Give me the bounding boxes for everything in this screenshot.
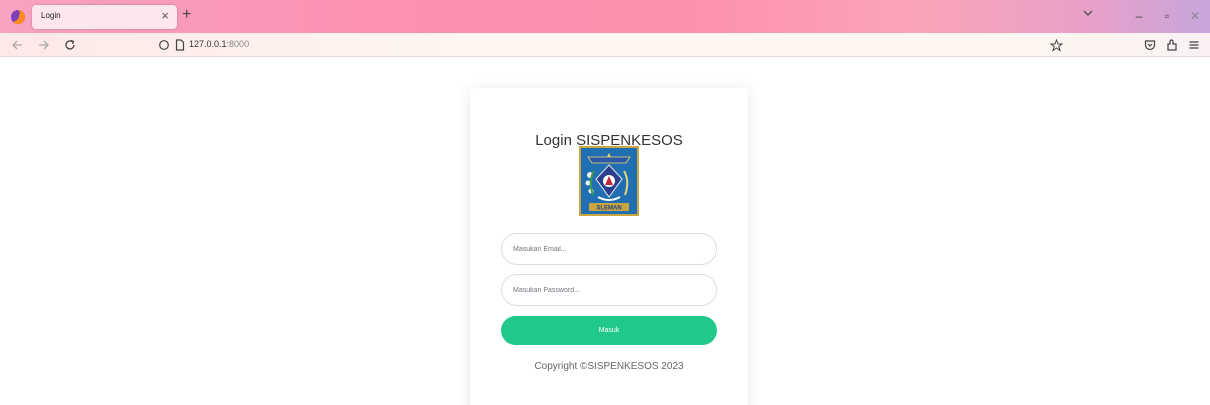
- url-port: :8000: [226, 39, 250, 49]
- url-bar[interactable]: 127.0.0.1:8000: [146, 33, 1076, 57]
- url-host: 127.0.0.1: [189, 39, 227, 49]
- tab-close-icon[interactable]: ×: [161, 8, 169, 24]
- minimize-button[interactable]: –: [1124, 0, 1154, 33]
- extensions-icon[interactable]: [1164, 37, 1180, 53]
- url-text[interactable]: 127.0.0.1:8000: [189, 39, 249, 49]
- close-window-button[interactable]: ✕: [1180, 0, 1210, 33]
- copyright-text: Copyright ©SISPENKESOS 2023: [534, 361, 684, 372]
- star-icon[interactable]: [1048, 37, 1064, 53]
- navigation-toolbar: 127.0.0.1:8000: [0, 33, 1210, 57]
- forward-icon[interactable]: [36, 37, 52, 53]
- login-submit-button[interactable]: Masuk: [501, 316, 717, 345]
- shield-icon[interactable]: [156, 37, 172, 53]
- reload-icon[interactable]: [62, 37, 78, 53]
- firefox-logo-icon[interactable]: [10, 9, 26, 25]
- new-tab-button[interactable]: +: [182, 6, 191, 24]
- page-icon: [172, 37, 188, 53]
- maximize-button[interactable]: ▫: [1152, 0, 1182, 33]
- list-tabs-chevron-icon[interactable]: [1083, 8, 1093, 18]
- back-icon[interactable]: [9, 37, 25, 53]
- email-field[interactable]: [501, 233, 717, 265]
- emblem-text: SLEMAN: [596, 206, 621, 212]
- browser-tab-strip: Login × + – ▫ ✕: [0, 0, 1210, 33]
- password-field[interactable]: [501, 274, 717, 306]
- tab-title: Login: [41, 11, 61, 20]
- menu-icon[interactable]: [1186, 37, 1202, 53]
- login-card: Login SISPENKESOS SLEMAN Masuk Copyright…: [470, 88, 748, 405]
- browser-tab-active[interactable]: Login ×: [32, 5, 177, 29]
- sleman-emblem-logo: SLEMAN: [579, 146, 639, 216]
- pocket-icon[interactable]: [1142, 37, 1158, 53]
